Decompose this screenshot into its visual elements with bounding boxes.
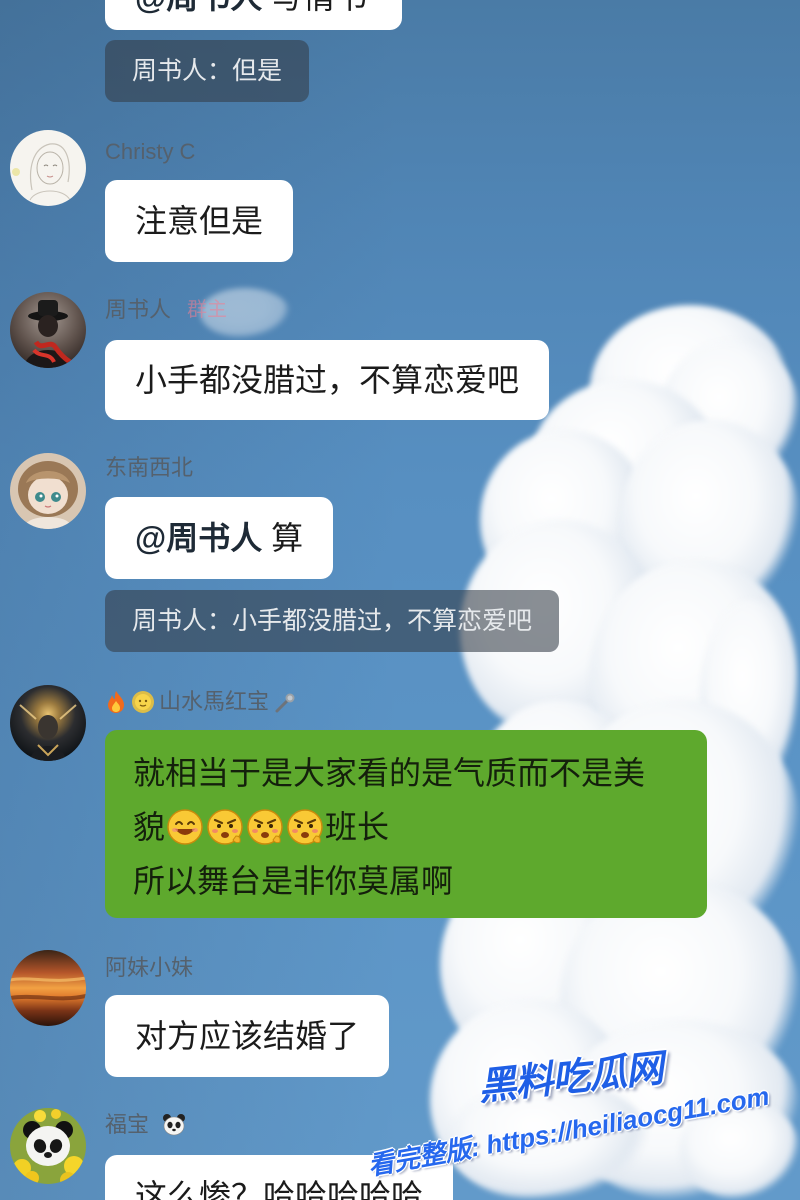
avatar-image [10,950,86,1026]
quoted-message[interactable]: 周书人：小手都没腊过，不算恋爱吧 [105,590,560,652]
avatar-image [10,453,86,529]
sender-name: Christy C [105,137,195,167]
sun-face-icon [132,691,154,713]
message-line: 貌 班长 [133,800,679,854]
struggle-emoji [207,808,243,845]
message-bubble-partial[interactable]: @周书人 写情书 [105,0,402,30]
message-bubble[interactable]: 小手都没腊过，不算恋爱吧 [105,340,550,420]
message-bubble[interactable]: @周书人 算 [105,497,334,579]
smiling-face-emoji [167,808,203,845]
sender-name-text: 周书人 [105,297,172,322]
avatar-fu-bao[interactable] [10,1108,86,1184]
avatar-image [10,292,86,368]
mention-link[interactable]: @周书人 [135,520,262,556]
sender-name-text: 东南西北 [105,455,194,480]
microphone-icon [275,693,295,713]
avatar-zhou-shu-ren[interactable] [10,292,86,368]
sender-name-text: 福宝 [105,1112,150,1137]
sender-name-text: 山水馬红宝 [159,689,270,714]
fire-icon [108,691,124,713]
message-text-rest: 写情书 [271,0,367,15]
avatar-image [10,130,86,206]
chat-screen: @周书人 写情书 周书人：但是 Christy C 注意但是 [0,0,800,1200]
message-text: 班长 [325,809,390,845]
avatar-shan-shui[interactable] [10,685,86,761]
quoted-message[interactable]: 周书人：但是 [105,40,310,102]
avatar-a-mei-xiao-mei[interactable] [10,950,86,1026]
message-line: 就相当于是大家看的是气质而不是美 [133,755,646,791]
sender-name: 山水馬红宝 [105,687,297,717]
sender-name: 福宝 [105,1110,187,1140]
sender-name: 周书人 群主 [105,295,227,325]
avatar-dong-nan-xi-bei[interactable] [10,453,86,529]
sender-name-text: 阿妹小妹 [105,955,194,980]
message-bubble-green[interactable]: 就相当于是大家看的是气质而不是美 貌 班长 所以舞台是非你莫属啊 [105,730,707,918]
sender-name-text: Christy C [105,139,196,164]
sender-name: 东南西北 [105,453,193,483]
message-text: 貌 [133,809,166,845]
avatar-image [10,685,86,761]
message-text: 算 [271,520,304,556]
mention-link[interactable]: @周书人 [135,0,262,15]
avatar-christy-c[interactable] [10,130,86,206]
sender-name: 阿妹小妹 [105,953,193,983]
struggle-emoji [247,808,283,845]
message-line: 所以舞台是非你莫属啊 [133,863,454,899]
panda-icon [163,1114,186,1136]
message-text: @周书人 写情书 [135,0,367,30]
message-bubble[interactable]: 对方应该结婚了 [105,995,390,1077]
group-owner-badge: 群主 [187,299,228,321]
avatar-image [10,1108,86,1184]
message-bubble[interactable]: 注意但是 [105,180,294,262]
struggle-emoji [287,808,323,845]
